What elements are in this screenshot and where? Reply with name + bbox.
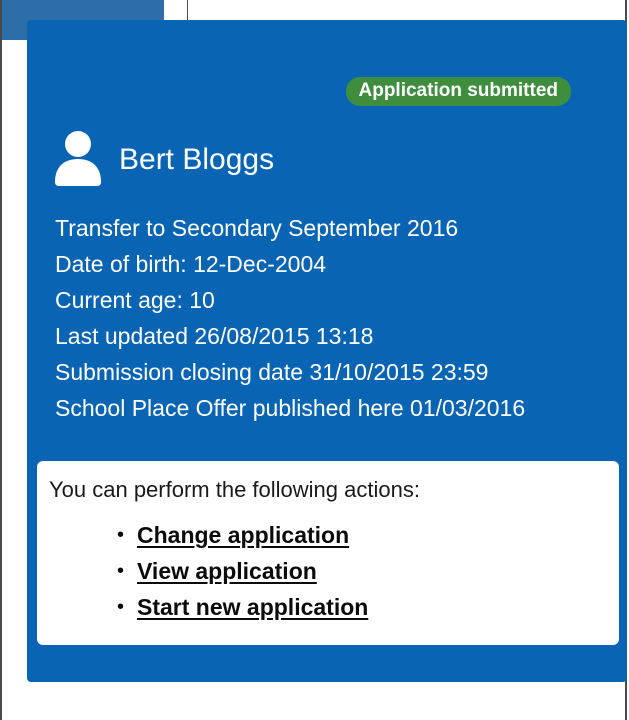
change-application-link[interactable]: Change application [137,522,349,548]
actions-panel: You can perform the following actions: •… [37,461,619,645]
detail-current-age: Current age: 10 [55,287,215,313]
person-name: Bert Bloggs [119,143,275,176]
application-details: Transfer to Secondary September 2016 Dat… [55,210,525,426]
user-icon [55,131,101,186]
list-item: • View application [37,553,368,589]
actions-list: • Change application • View application … [37,517,368,625]
bullet-icon: • [117,596,125,618]
list-item: • Start new application [37,589,368,625]
list-item: • Change application [37,517,368,553]
start-new-application-link[interactable]: Start new application [137,594,368,620]
detail-offer-published: School Place Offer published here 01/03/… [55,395,526,421]
detail-last-updated: Last updated 26/08/2015 13:18 [55,323,374,349]
bullet-icon: • [117,524,125,546]
view-application-link[interactable]: View application [137,558,317,584]
status-badge: Application submitted [345,77,571,106]
application-card: Application submitted Bert Bloggs Transf… [27,20,627,682]
actions-intro: You can perform the following actions: [49,477,420,502]
detail-date-of-birth: Date of birth: 12-Dec-2004 [55,251,327,277]
detail-transfer: Transfer to Secondary September 2016 [55,215,459,241]
detail-closing-date: Submission closing date 31/10/2015 23:59 [55,359,489,385]
person-header: Bert Bloggs [53,130,274,186]
bullet-icon: • [117,560,125,582]
